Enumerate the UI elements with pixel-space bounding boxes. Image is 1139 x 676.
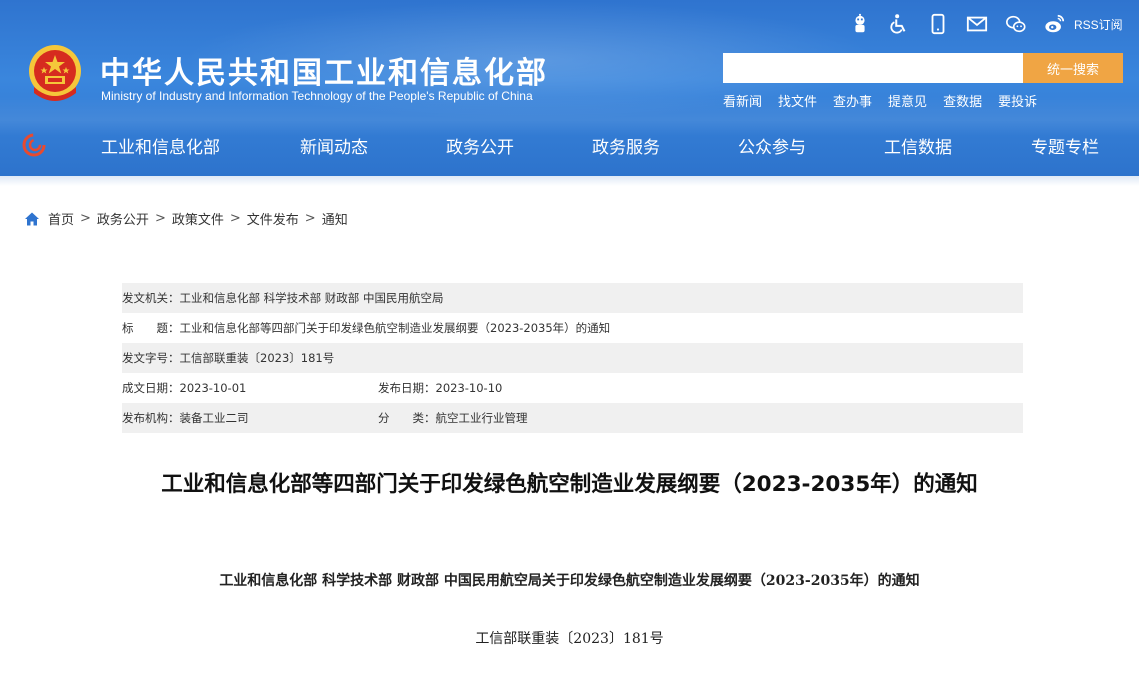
quick-link-complaints[interactable]: 要投诉 <box>998 91 1037 110</box>
wechat-icon[interactable] <box>1004 12 1028 36</box>
info-cell-agency: 发布机构： 装备工业二司 <box>122 410 378 426</box>
article-title: 工业和信息化部等四部门关于印发绿色航空制造业发展纲要（2023-2035年）的通… <box>161 472 978 497</box>
breadcrumb-gov-affairs[interactable]: 政务公开 <box>97 209 149 228</box>
info-cell-published: 发布日期： 2023-10-10 <box>378 380 502 396</box>
breadcrumb-separator: > <box>229 211 241 226</box>
quick-links: 看新闻 找文件 查办事 提意见 查数据 要投诉 <box>723 91 1053 110</box>
breadcrumb-home[interactable]: 首页 <box>48 209 74 228</box>
breadcrumb-separator: > <box>80 211 91 226</box>
info-value: 2023-10-01 <box>179 381 247 395</box>
info-label: 发文字号： <box>122 351 180 365</box>
breadcrumb-file-release[interactable]: 文件发布 <box>247 209 299 228</box>
info-label: 发文机关： <box>122 291 180 305</box>
quick-link-services[interactable]: 查办事 <box>833 91 872 110</box>
search-input[interactable] <box>723 53 1023 83</box>
breadcrumb: 首页 > 政务公开 > 政策文件 > 文件发布 > 通知 <box>24 209 348 228</box>
header-tools: RSS订阅 <box>848 10 1123 38</box>
site-header: 中华人民共和国工业和信息化部 Ministry of Industry and … <box>0 0 1139 176</box>
weibo-icon[interactable] <box>1043 12 1067 36</box>
home-icon[interactable] <box>24 211 40 227</box>
info-value: 工业和信息化部 科学技术部 财政部 中国民用航空局 <box>179 291 444 305</box>
document-info-table: 发文机关： 工业和信息化部 科学技术部 财政部 中国民用航空局 标 题： 工业和… <box>122 283 1023 433</box>
robot-assistant-icon[interactable] <box>848 12 872 36</box>
nav-item-news[interactable]: 新闻动态 <box>300 133 368 158</box>
search-button[interactable]: 统一搜索 <box>1023 53 1123 83</box>
nav-item-gov-affairs[interactable]: 政务公开 <box>446 133 514 158</box>
info-value: 装备工业二司 <box>179 411 249 425</box>
nav-item-gov-services[interactable]: 政务服务 <box>592 133 660 158</box>
info-row-agency-category: 发布机构： 装备工业二司 分 类： 航空工业行业管理 <box>122 403 1023 433</box>
mobile-phone-icon[interactable] <box>926 12 950 36</box>
article-doc-number: 工信部联重装〔2023〕181号 <box>475 631 664 647</box>
info-label: 标 题： <box>122 321 180 335</box>
breadcrumb-policy-files[interactable]: 政策文件 <box>172 209 224 228</box>
info-value: 2023-10-10 <box>435 381 503 395</box>
main-nav: 工业和信息化部 新闻动态 政务公开 政务服务 公众参与 工信数据 专题专栏 <box>0 120 1139 170</box>
info-row-doc-number: 发文字号： 工信部联重装〔2023〕181号 <box>122 343 1023 373</box>
info-cell-created: 成文日期： 2023-10-01 <box>122 380 378 396</box>
info-label: 发布日期： <box>378 381 436 395</box>
accessibility-icon[interactable] <box>887 12 911 36</box>
info-label: 发布机构： <box>122 411 180 425</box>
info-row-dates: 成文日期： 2023-10-01 发布日期： 2023-10-10 <box>122 373 1023 403</box>
info-row-title: 标 题： 工业和信息化部等四部门关于印发绿色航空制造业发展纲要（2023-203… <box>122 313 1023 343</box>
info-label: 分 类： <box>378 411 436 425</box>
nav-item-topics[interactable]: 专题专栏 <box>1031 133 1099 158</box>
breadcrumb-separator: > <box>154 211 166 226</box>
mail-icon[interactable] <box>965 12 989 36</box>
miit-logo-icon[interactable] <box>22 133 46 157</box>
article-subtitle: 工业和信息化部 科学技术部 财政部 中国民用航空局关于印发绿色航空制造业发展纲要… <box>219 573 920 589</box>
rss-subscribe-link[interactable]: RSS订阅 <box>1074 16 1123 33</box>
info-value: 航空工业行业管理 <box>435 411 528 425</box>
info-cell-category: 分 类： 航空工业行业管理 <box>378 410 528 426</box>
site-subtitle: Ministry of Industry and Information Tec… <box>101 89 533 103</box>
quick-link-news[interactable]: 看新闻 <box>723 91 762 110</box>
info-label: 成文日期： <box>122 381 180 395</box>
nav-item-public-participation[interactable]: 公众参与 <box>738 133 806 158</box>
breadcrumb-notices[interactable]: 通知 <box>322 209 348 228</box>
nav-item-data[interactable]: 工信数据 <box>884 133 952 158</box>
nav-item-ministry[interactable]: 工业和信息化部 <box>101 133 220 158</box>
national-emblem-icon[interactable] <box>26 43 84 105</box>
site-title: 中华人民共和国工业和信息化部 <box>100 56 548 91</box>
quick-link-files[interactable]: 找文件 <box>778 91 817 110</box>
header-shadow <box>0 176 1139 186</box>
info-row-issuer: 发文机关： 工业和信息化部 科学技术部 财政部 中国民用航空局 <box>122 283 1023 313</box>
info-value: 工业和信息化部等四部门关于印发绿色航空制造业发展纲要（2023-2035年）的通… <box>179 321 611 335</box>
info-value: 工信部联重装〔2023〕181号 <box>179 351 335 365</box>
quick-link-feedback[interactable]: 提意见 <box>888 91 927 110</box>
quick-link-data[interactable]: 查数据 <box>943 91 982 110</box>
breadcrumb-separator: > <box>304 211 316 226</box>
